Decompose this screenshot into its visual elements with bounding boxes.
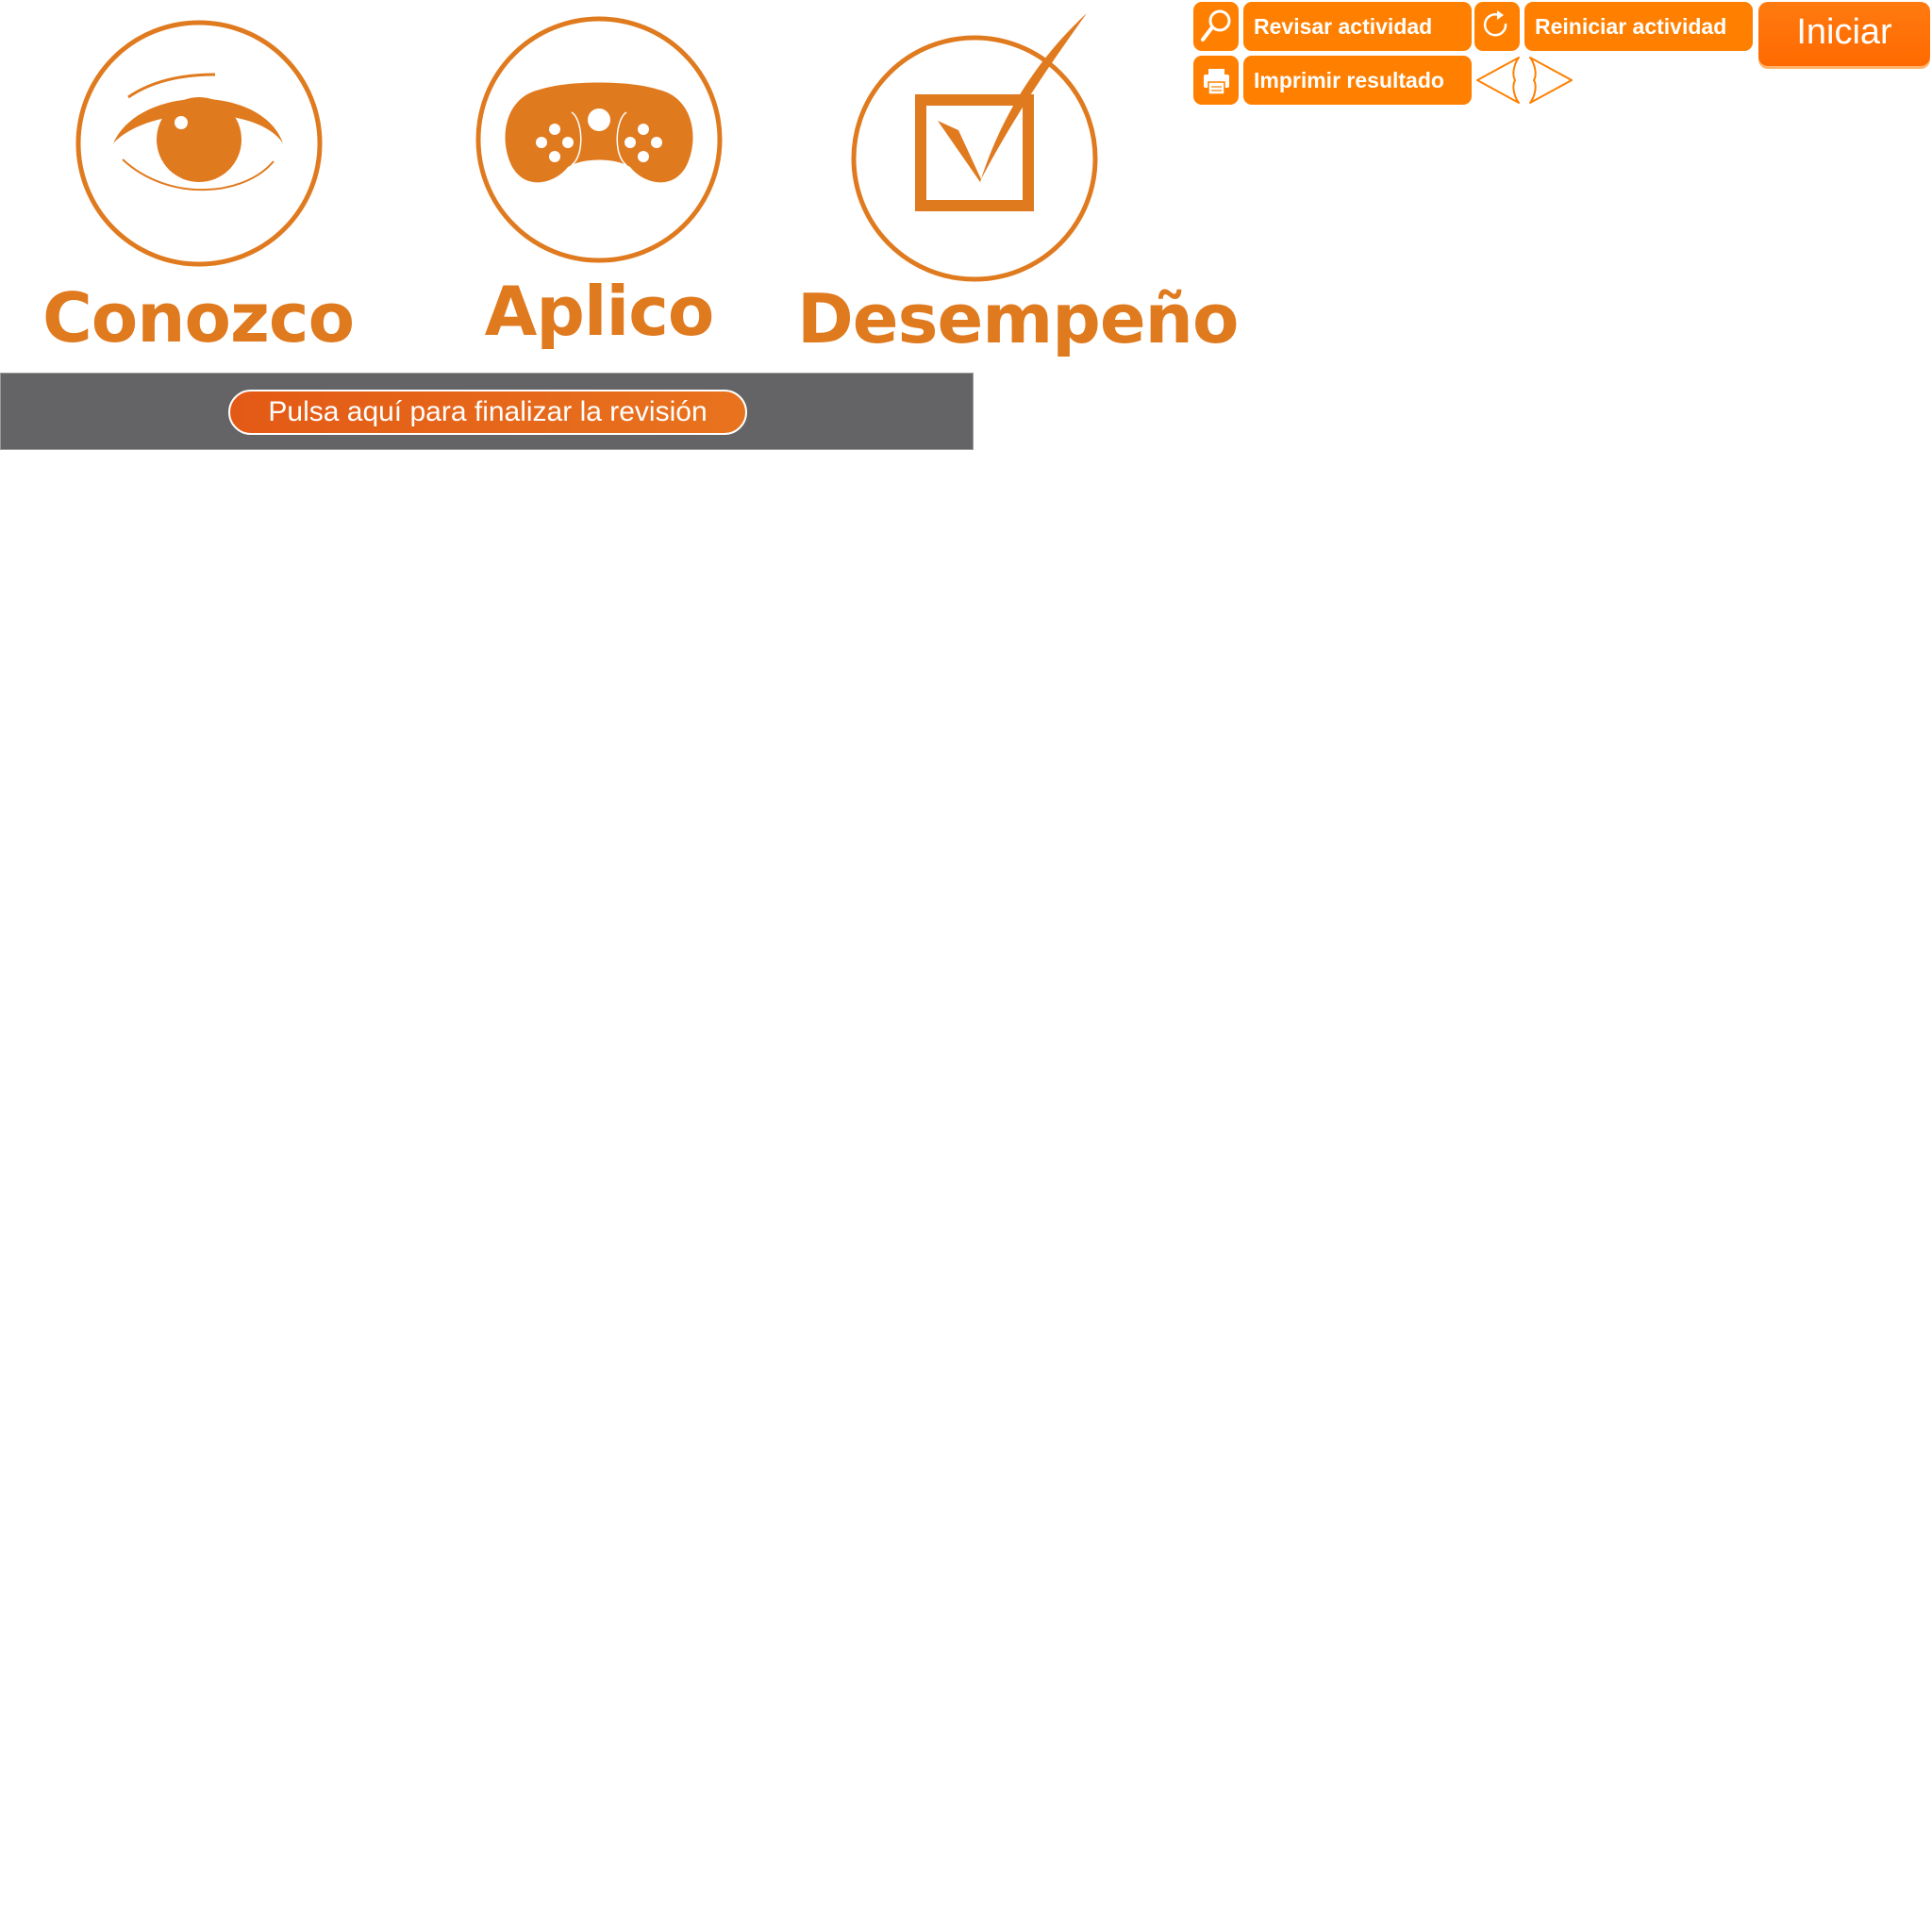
restart-icon-button[interactable] [1474, 2, 1520, 51]
printer-icon [1204, 69, 1229, 95]
eye-icon[interactable] [74, 18, 325, 269]
start-button[interactable]: Iniciar [1758, 2, 1930, 66]
finish-review-button[interactable]: Pulsa aquí para finalizar la revisión [228, 390, 747, 435]
checkbox-icon[interactable] [851, 9, 1102, 283]
restart-activity-button[interactable]: Reiniciar actividad [1524, 2, 1753, 51]
arrow-left-icon[interactable] [1474, 55, 1526, 106]
print-icon-button[interactable] [1193, 56, 1239, 105]
section-label-desempeno: Desempeño [797, 279, 1239, 358]
gamepad-icon[interactable] [474, 14, 724, 265]
review-bar: Pulsa aquí para finalizar la revisión [0, 373, 974, 450]
arrow-right-icon[interactable] [1523, 55, 1575, 106]
print-result-button[interactable]: Imprimir resultado [1243, 56, 1472, 105]
section-label-aplico: Aplico [484, 272, 715, 351]
magnifier-icon [1201, 9, 1231, 42]
refresh-icon [1483, 10, 1507, 37]
section-label-conozco: Conozco [42, 278, 355, 358]
review-icon-button[interactable] [1193, 2, 1239, 51]
review-activity-button[interactable]: Revisar actividad [1243, 2, 1472, 51]
